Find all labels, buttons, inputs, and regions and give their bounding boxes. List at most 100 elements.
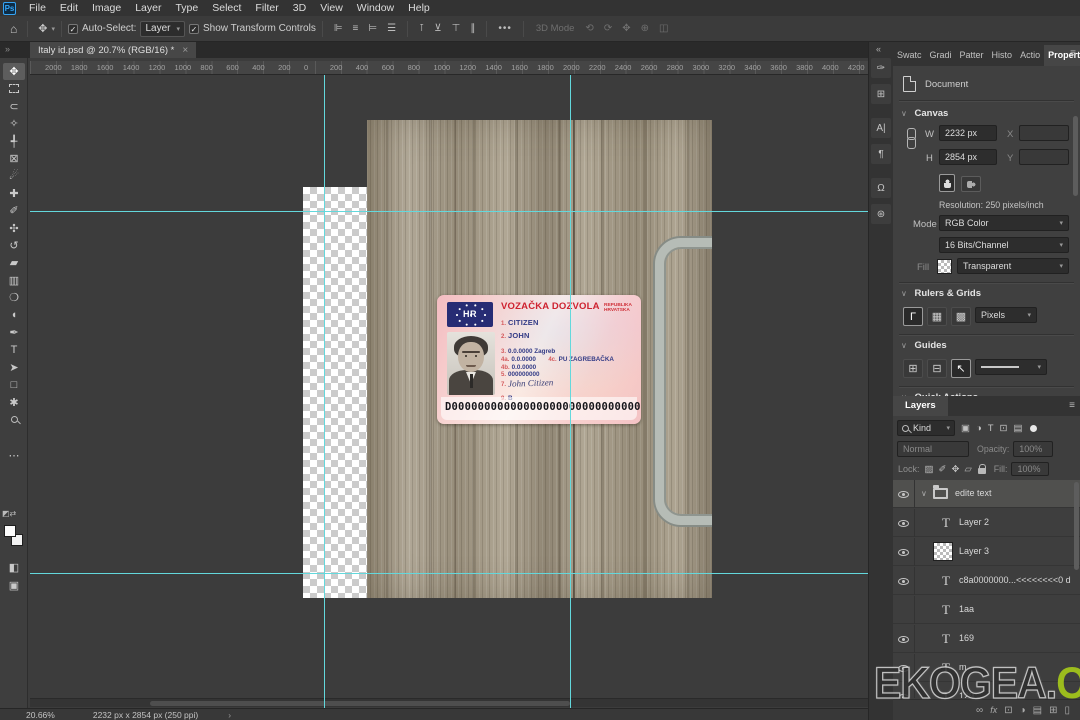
panel-tab-gradi[interactable]: Gradi: [926, 45, 956, 66]
horizontal-scrollbar[interactable]: [30, 698, 868, 707]
zoom-level-field[interactable]: 20.66%: [26, 710, 55, 720]
layer-row[interactable]: T Layer 2: [893, 509, 1080, 537]
layer-name[interactable]: Layer 2: [959, 517, 989, 527]
menu-type[interactable]: Type: [168, 0, 205, 16]
menu-edit[interactable]: Edit: [53, 0, 85, 16]
panel-tab-histo[interactable]: Histo: [988, 45, 1017, 66]
menu-help[interactable]: Help: [401, 0, 437, 16]
layer-visibility-toggle[interactable]: [893, 509, 915, 537]
type-tool-icon[interactable]: T: [3, 341, 25, 358]
dodge-tool-icon[interactable]: ◖: [3, 307, 25, 324]
layer-filter-toggle-icon[interactable]: [1029, 424, 1037, 432]
layer-name[interactable]: c8a0000000...<<<<<<<<0 d: [959, 575, 1071, 585]
landscape-orientation-button[interactable]: [961, 176, 981, 192]
quick-selection-tool-icon[interactable]: ✧: [3, 115, 25, 132]
layer-visibility-toggle[interactable]: [893, 567, 915, 595]
distribute-center-h-icon[interactable]: ⊻: [429, 23, 446, 34]
lock-guides-icon[interactable]: ↖: [951, 359, 971, 378]
quick-mask-icon[interactable]: ◧: [3, 559, 25, 576]
close-tab-icon[interactable]: ×: [182, 45, 188, 56]
layer-thumbnail[interactable]: [933, 542, 953, 561]
clone-source-panel-icon[interactable]: ⊞: [871, 84, 891, 104]
menu-file[interactable]: File: [22, 0, 53, 16]
eyedropper-tool-icon[interactable]: ☄: [3, 167, 25, 184]
layer-row[interactable]: T 1aa: [893, 596, 1080, 624]
layer-visibility-toggle[interactable]: [893, 596, 915, 624]
crop-tool-icon[interactable]: ╃: [3, 133, 25, 150]
frame-tool-icon[interactable]: ⊠: [3, 150, 25, 167]
toggle-grid-icon[interactable]: ▦: [927, 307, 947, 326]
menu-view[interactable]: View: [313, 0, 350, 16]
character-panel-icon[interactable]: A|: [871, 118, 891, 138]
menu-select[interactable]: Select: [205, 0, 248, 16]
portrait-orientation-button[interactable]: [939, 174, 955, 192]
canvas-width-field[interactable]: 2232 px: [939, 125, 997, 141]
canvas-height-field[interactable]: 2854 px: [939, 149, 997, 165]
add-guide-layout-icon[interactable]: ⊞: [903, 359, 923, 378]
zoom-tool-icon[interactable]: [3, 411, 25, 428]
filter-smart-objects-icon[interactable]: ▤: [1014, 423, 1023, 434]
screen-mode-icon[interactable]: ▣: [3, 577, 25, 594]
home-icon[interactable]: ⌂: [6, 22, 21, 36]
align-horizontal-centers-icon[interactable]: ≡: [348, 23, 364, 34]
pen-tool-icon[interactable]: ✒: [3, 324, 25, 341]
layer-row[interactable]: ∨ edite text: [893, 480, 1080, 508]
shape-tool-icon[interactable]: □: [3, 376, 25, 393]
toggle-rulers-icon[interactable]: Γ: [903, 307, 923, 326]
show-transform-toggle[interactable]: ✓ Show Transform Controls: [189, 23, 316, 34]
menu-layer[interactable]: Layer: [128, 0, 168, 16]
layer-visibility-toggle[interactable]: [893, 480, 915, 508]
menu-window[interactable]: Window: [350, 0, 401, 16]
layer-name[interactable]: edite text: [955, 488, 992, 498]
lock-all-icon[interactable]: [977, 463, 987, 474]
panel-tab-patter[interactable]: Patter: [956, 45, 988, 66]
clone-stamp-tool-icon[interactable]: ✣: [3, 220, 25, 237]
tool-preset-caret-icon[interactable]: ▾: [51, 25, 55, 33]
guide-vertical[interactable]: [324, 75, 325, 708]
expand-group-icon[interactable]: ∨: [921, 489, 927, 498]
lock-transparency-icon[interactable]: ▨: [925, 464, 934, 475]
blur-tool-icon[interactable]: ❍: [3, 289, 25, 306]
layer-visibility-toggle[interactable]: [893, 538, 915, 566]
canvas-section-header[interactable]: ∨ Canvas: [901, 108, 948, 119]
layer-row[interactable]: T 169: [893, 625, 1080, 653]
link-dimensions-icon[interactable]: [907, 128, 916, 150]
color-mode-dropdown[interactable]: RGB Color ▾: [939, 215, 1069, 231]
gray-frame-object[interactable]: [655, 238, 712, 525]
guide-vertical[interactable]: [570, 75, 571, 708]
distribute-right-icon[interactable]: ∥: [465, 23, 480, 34]
panel-tab-swatc[interactable]: Swatc: [893, 45, 926, 66]
layer-row[interactable]: Layer 3: [893, 538, 1080, 566]
checkbox-checked-icon[interactable]: ✓: [67, 23, 78, 34]
eraser-tool-icon[interactable]: ▰: [3, 254, 25, 271]
bit-depth-dropdown[interactable]: 16 Bits/Channel ▾: [939, 237, 1069, 253]
auto-select-target-dropdown[interactable]: Layer ▾: [140, 20, 185, 37]
more-options-icon[interactable]: •••: [493, 23, 517, 34]
color-swatches[interactable]: [4, 525, 24, 551]
filter-type-layers-icon[interactable]: T: [988, 423, 994, 434]
filter-adjustment-layers-icon[interactable]: ◑: [976, 423, 982, 434]
history-brush-tool-icon[interactable]: ↺: [3, 237, 25, 254]
lasso-tool-icon[interactable]: ⊂: [3, 98, 25, 115]
layers-tab[interactable]: Layers: [893, 396, 948, 416]
libraries-panel-icon[interactable]: ⊛: [871, 204, 891, 224]
lock-position-icon[interactable]: ✥: [951, 464, 959, 475]
foreground-color-swatch[interactable]: [4, 525, 16, 537]
paragraph-panel-icon[interactable]: ¶: [871, 144, 891, 164]
path-selection-tool-icon[interactable]: ➤: [3, 359, 25, 376]
gradient-tool-icon[interactable]: ▥: [3, 272, 25, 289]
layers-scrollbar[interactable]: [1074, 482, 1079, 570]
guide-style-dropdown[interactable]: ▾: [975, 359, 1047, 375]
menu-3d[interactable]: 3D: [286, 0, 313, 16]
panel-tab-actio[interactable]: Actio: [1016, 45, 1044, 66]
add-guides-from-shape-icon[interactable]: ⊟: [927, 359, 947, 378]
layer-name[interactable]: 169: [959, 633, 974, 643]
guides-section-header[interactable]: ∨ Guides: [901, 340, 947, 351]
horizontal-ruler[interactable]: 2000 1800 1600 1400 1200 1000 800 600 400 200 0 200…: [30, 61, 868, 75]
move-tool-preset-icon[interactable]: ✥: [34, 22, 51, 35]
layer-visibility-toggle[interactable]: [893, 625, 915, 653]
swap-colors-icon[interactable]: ◩⇄: [2, 509, 16, 518]
transparent-canvas-region[interactable]: [303, 187, 367, 598]
distribute-bottom-icon[interactable]: ⊤: [447, 23, 466, 34]
align-top-edges-icon[interactable]: ☰: [382, 23, 401, 34]
